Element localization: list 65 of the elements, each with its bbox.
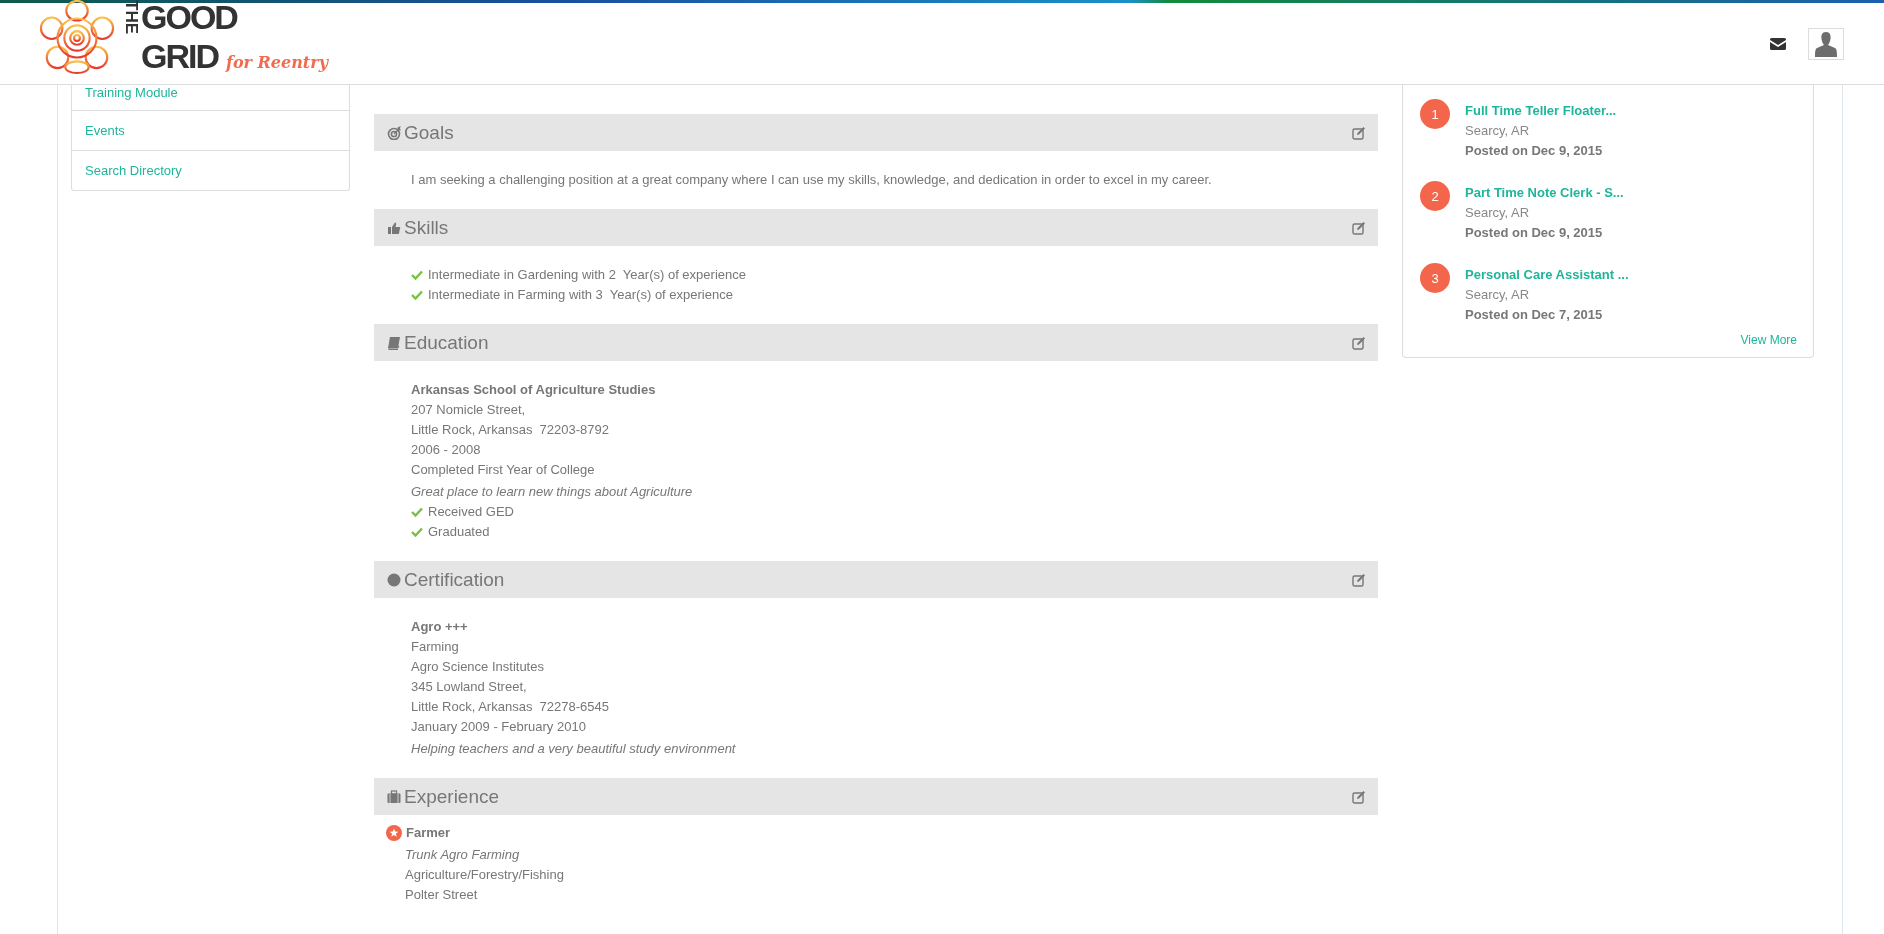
check-icon <box>411 527 423 537</box>
number-badge: 3 <box>1420 263 1450 293</box>
star-badge-icon <box>386 825 402 841</box>
mail-icon <box>1770 37 1786 50</box>
sidebar-link[interactable]: Training Module <box>72 85 349 110</box>
detail-text: Completed First Year of College <box>411 461 596 479</box>
job-location: Searcy, AR <box>1465 286 1531 304</box>
flower-logo-icon <box>38 0 116 75</box>
goal-text: I am seeking a challenging position at a great company where I can use my skills, knowledge, and dedication in order to excel in my career. <box>411 171 1213 189</box>
edit-icon <box>1352 125 1366 140</box>
number-badge: 2 <box>1420 181 1450 211</box>
detail-text: 345 Lowland Street, <box>411 678 528 696</box>
number-badge: 1 <box>1420 99 1450 129</box>
edit-icon <box>1352 789 1366 804</box>
circle-icon <box>387 572 401 587</box>
logo-text: GRID <box>141 36 218 76</box>
section-title: Skills <box>404 216 450 239</box>
detail-text: Polter Street <box>405 886 479 904</box>
section-title: Education <box>404 331 490 354</box>
entry-title: Arkansas School of Agriculture Studies <box>411 381 657 399</box>
view-more-link[interactable]: View More <box>1740 333 1797 347</box>
check-icon <box>411 270 423 280</box>
target-icon <box>387 125 401 140</box>
thumbs-up-icon <box>387 220 401 235</box>
company-text: Trunk Agro Farming <box>405 846 521 864</box>
list-text: Intermediate in Farming with 3 Year(s) of experience <box>428 286 733 304</box>
list-text: Graduated <box>428 523 490 541</box>
detail-text: Little Rock, Arkansas 72278-6545 <box>411 698 610 716</box>
sidebar-link[interactable]: Events <box>72 110 349 150</box>
detail-text: 207 Nomicle Street, <box>411 401 527 419</box>
note-text: Helping teachers and a very beautiful study environment <box>411 740 737 758</box>
logo-text: GOOD <box>141 0 239 37</box>
job-link[interactable]: Full Time Teller Floater... <box>1465 101 1617 121</box>
briefcase-icon <box>387 789 401 804</box>
avatar-icon <box>1808 27 1844 60</box>
logo-text: THE <box>122 0 140 34</box>
job-link[interactable]: Part Time Note Clerk - S... <box>1465 183 1624 203</box>
job-date: Posted on Dec 9, 2015 <box>1465 142 1604 160</box>
list-text: Intermediate in Gardening with 2 Year(s) of experience <box>428 266 746 284</box>
edit-icon <box>1352 335 1366 350</box>
check-icon <box>411 507 423 517</box>
entry-title: Agro +++ <box>411 618 469 636</box>
check-icon <box>411 290 423 300</box>
job-link[interactable]: Personal Care Assistant ... <box>1465 265 1629 285</box>
job-role: Farmer <box>406 824 451 842</box>
detail-text: January 2009 - February 2010 <box>411 718 587 736</box>
logo-tagline: for Reentry <box>226 52 328 72</box>
detail-text: Agriculture/Forestry/Fishing <box>405 866 565 884</box>
detail-text: Agro Science Institutes <box>411 658 545 676</box>
detail-text: Little Rock, Arkansas 72203-8792 <box>411 421 610 439</box>
list-text: Received GED <box>428 503 514 521</box>
job-location: Searcy, AR <box>1465 204 1531 222</box>
detail-text: 2006 - 2008 <box>411 441 482 459</box>
job-date: Posted on Dec 7, 2015 <box>1465 306 1604 324</box>
note-text: Great place to learn new things about Agriculture <box>411 483 694 501</box>
edit-icon <box>1352 220 1366 235</box>
book-icon <box>387 335 401 350</box>
section-title: Certification <box>404 568 506 591</box>
detail-text: Farming <box>411 638 460 656</box>
edit-icon <box>1352 572 1366 587</box>
section-title: Goals <box>404 121 455 144</box>
job-date: Posted on Dec 9, 2015 <box>1465 224 1604 242</box>
job-location: Searcy, AR <box>1465 122 1531 140</box>
section-title: Experience <box>404 785 501 808</box>
sidebar-link[interactable]: Search Directory <box>72 150 349 190</box>
